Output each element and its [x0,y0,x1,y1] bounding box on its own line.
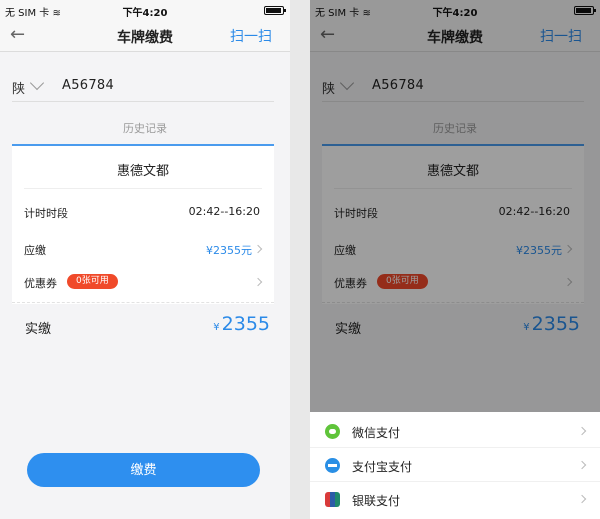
phone-screen-main: 无 SIM 卡 ≋ 下午4:20 ← 车牌缴费 扫一扫 陕 A56784 历史记… [0,0,290,519]
amount-due-value[interactable]: ¥2355元 [206,242,252,258]
payment-option-label: 微信支付 [352,426,401,440]
chevron-right-icon [577,426,587,436]
nav-bar: ← 车牌缴费 扫一扫 [0,20,290,52]
amount-due-label: 应缴 [24,244,46,257]
payment-method-sheet: 微信支付 支付宝支付 银联支付 [310,412,600,519]
alipay-option[interactable]: 支付宝支付 [310,448,600,482]
wechat-icon [325,424,340,439]
unionpay-icon [325,492,340,507]
chevron-right-icon[interactable] [253,277,263,287]
scan-button[interactable]: 扫一扫 [230,26,272,46]
unionpay-option[interactable]: 银联支付 [310,482,600,516]
status-bar: 无 SIM 卡 ≋ 下午4:20 [0,0,290,20]
modal-overlay[interactable] [310,0,600,412]
status-time: 下午4:20 [122,8,168,19]
battery-icon [264,6,286,15]
coupon-label: 优惠券 [24,277,57,290]
pay-button[interactable]: 缴费 [27,453,260,487]
divider [24,188,262,189]
currency-symbol: ¥ [213,322,220,333]
coupon-badge[interactable]: 0张可用 [67,274,118,289]
plate-number-input[interactable]: A56784 [62,78,114,93]
chevron-down-icon[interactable] [29,75,45,91]
chevron-right-icon [577,460,587,470]
screenshot-stage: 无 SIM 卡 ≋ 下午4:20 ← 车牌缴费 扫一扫 陕 A56784 历史记… [0,0,600,519]
alipay-icon [325,458,340,473]
parking-bill-card: 惠德文都 计时时段 02:42--16:20 应缴 ¥2355元 优惠券 0张可… [12,144,274,304]
payment-option-label: 支付宝支付 [352,460,413,474]
pay-amount-value: 2355 [221,313,270,335]
actual-pay-amount: ¥2355 [213,313,270,335]
time-period-value: 02:42--16:20 [188,205,260,218]
plate-province[interactable]: 陕 [12,78,25,97]
chevron-right-icon[interactable] [253,244,263,254]
history-link[interactable]: 历史记录 [0,120,290,136]
parking-lot-name: 惠德文都 [116,164,169,179]
wechat-pay-option[interactable]: 微信支付 [310,414,600,448]
plate-input-row[interactable]: 陕 A56784 [12,72,274,102]
actual-pay-label: 实缴 [25,322,52,337]
time-period-label: 计时时段 [24,207,68,220]
chevron-right-icon [577,494,587,504]
phone-screen-payment-sheet: 无 SIM 卡 ≋ 下午4:20 ← 车牌缴费 扫一扫 陕 A56784 历史记… [310,0,600,519]
card-perforation [12,302,274,303]
payment-option-label: 银联支付 [352,494,401,508]
